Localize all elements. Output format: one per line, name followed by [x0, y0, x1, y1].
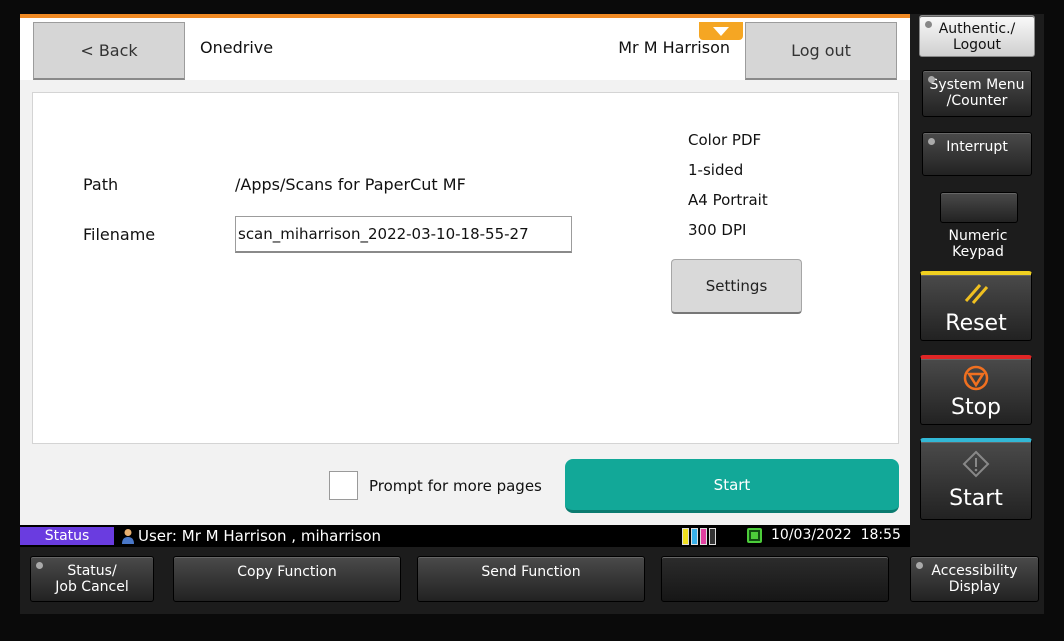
status-job-cancel-button[interactable]: Status/ Job Cancel: [30, 556, 154, 602]
accessibility-label-1: Accessibility: [931, 563, 1018, 579]
interrupt-button[interactable]: Interrupt: [922, 132, 1032, 176]
path-value: /Apps/Scans for PaperCut MF: [235, 175, 466, 194]
led-indicator: [928, 138, 935, 145]
network-icon: [747, 528, 762, 543]
filename-field[interactable]: [235, 216, 572, 253]
accessibility-display-button[interactable]: Accessibility Display: [910, 556, 1039, 602]
stop-icon: [921, 365, 1031, 391]
copy-function-button[interactable]: Copy Function: [173, 556, 401, 602]
blank-function-button[interactable]: [661, 556, 889, 602]
authentication-logout-button[interactable]: Authentic./ Logout: [919, 15, 1035, 57]
user-name: Mr M Harrison: [618, 38, 730, 57]
accessibility-label-2: Display: [948, 579, 1001, 595]
scan-panel: Path /Apps/Scans for PaperCut MF Filenam…: [32, 92, 899, 444]
status-job-label-1: Status/: [67, 563, 117, 579]
numeric-label-2: Keypad: [952, 244, 1004, 260]
led-indicator: [928, 76, 935, 83]
auth-label-2: Logout: [953, 37, 1001, 53]
spec-resolution: 300 DPI: [688, 221, 747, 239]
auth-label-1: Authentic./: [938, 21, 1016, 37]
stop-label: Stop: [950, 395, 1001, 420]
path-label: Path: [83, 175, 119, 194]
spec-paper: A4 Portrait: [688, 191, 768, 209]
user-icon: [122, 529, 134, 544]
led-indicator: [916, 562, 923, 569]
reset-button[interactable]: Reset: [920, 271, 1032, 341]
user-info: User: Mr M Harrison , miharrison: [138, 527, 382, 545]
header-bar: < Back Onedrive Mr M Harrison Log out: [20, 18, 910, 80]
status-bar: Status User: Mr M Harrison , miharrison …: [20, 525, 910, 547]
send-function-label: Send Function: [481, 564, 581, 580]
touch-screen: < Back Onedrive Mr M Harrison Log out Pa…: [20, 14, 910, 547]
page-title: Onedrive: [200, 38, 274, 57]
status-tab[interactable]: Status: [20, 527, 114, 545]
numeric-keypad-button[interactable]: [940, 192, 1018, 223]
date: 10/03/2022: [771, 527, 852, 543]
prompt-checkbox[interactable]: [329, 471, 358, 500]
stop-button[interactable]: Stop: [920, 355, 1032, 425]
spec-color: Color PDF: [688, 131, 762, 149]
reset-label: Reset: [945, 311, 1007, 336]
led-indicator: [36, 562, 43, 569]
copy-function-label: Copy Function: [237, 564, 337, 580]
numeric-keypad-label: Numeric Keypad: [920, 228, 1036, 260]
led-indicator: [925, 21, 932, 28]
settings-button[interactable]: Settings: [671, 259, 802, 314]
filename-label: Filename: [83, 225, 156, 244]
interrupt-label: Interrupt: [946, 139, 1008, 155]
start-button[interactable]: Start: [565, 459, 899, 513]
spec-sides: 1-sided: [688, 161, 744, 179]
time: 18:55: [860, 527, 901, 543]
reset-icon: [921, 281, 1031, 305]
prompt-label: Prompt for more pages: [369, 477, 542, 495]
back-button[interactable]: < Back: [33, 22, 185, 80]
status-job-label-2: Job Cancel: [55, 579, 129, 595]
start-hardware-label: Start: [949, 486, 1003, 511]
system-menu-label-2: /Counter: [946, 93, 1008, 109]
toner-level-icon: [682, 528, 722, 545]
datetime: 10/03/2022 18:55: [771, 527, 901, 543]
start-icon: [921, 450, 1031, 478]
system-menu-label-1: System Menu: [929, 77, 1025, 93]
start-hardware-button[interactable]: Start: [920, 438, 1032, 520]
system-menu-button[interactable]: System Menu /Counter: [922, 70, 1032, 117]
numeric-label-1: Numeric: [948, 228, 1008, 244]
send-function-button[interactable]: Send Function: [417, 556, 645, 602]
logout-button[interactable]: Log out: [745, 22, 897, 80]
